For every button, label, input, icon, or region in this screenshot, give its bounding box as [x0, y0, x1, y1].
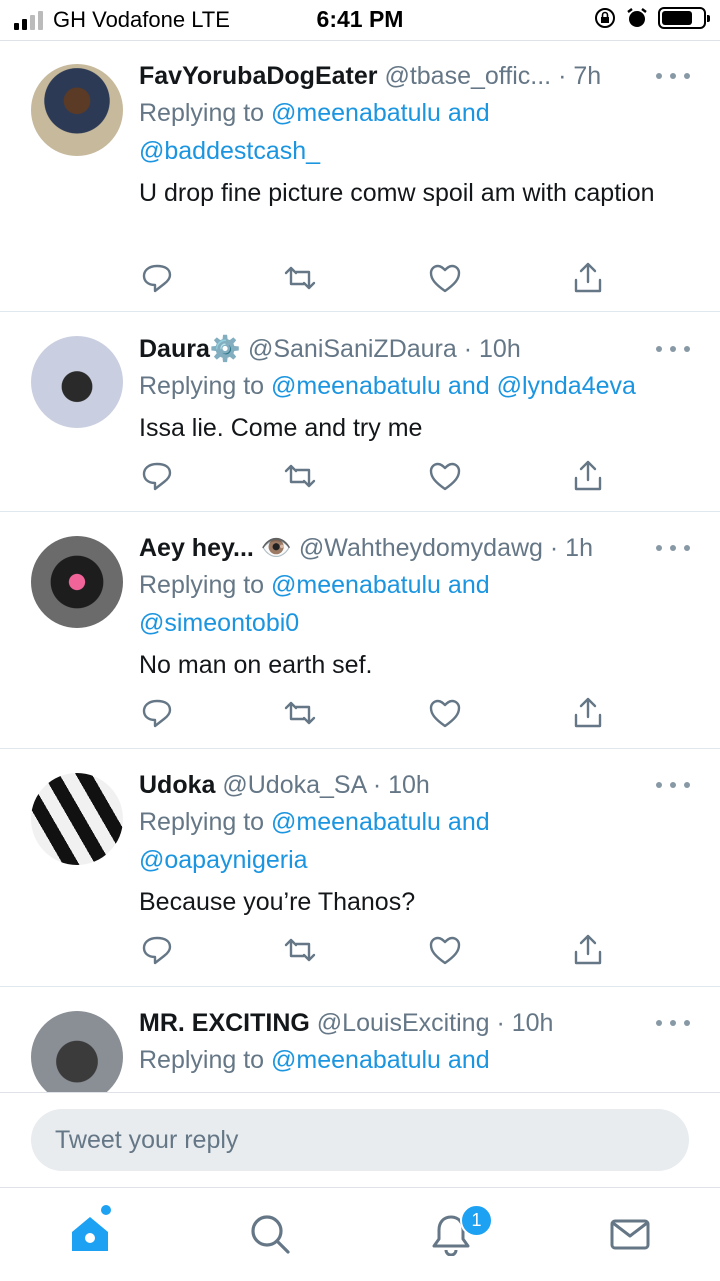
more-options-icon[interactable]: [656, 331, 690, 367]
mention-link[interactable]: @meenabatulu and @lynda4eva: [271, 372, 636, 400]
reply-icon[interactable]: [139, 260, 175, 296]
replying-to: Replying to @meenabatulu and @lynda4eva: [139, 372, 636, 400]
mention-link[interactable]: @meenabatulu and: [271, 808, 490, 836]
reply-feed[interactable]: FavYorubaDogEater @tbase_offic... · 7h R…: [0, 41, 720, 1092]
eye-emoji-icon: 👁️: [260, 534, 292, 562]
share-icon[interactable]: [570, 932, 606, 968]
tab-bar: [0, 1187, 720, 1281]
share-icon[interactable]: [570, 260, 606, 296]
user-handle: @Wahtheydomydawg: [298, 534, 543, 562]
retweet-icon[interactable]: [282, 932, 318, 968]
avatar[interactable]: [31, 1011, 123, 1092]
user-handle: @Udoka_SA: [222, 771, 366, 799]
reply-composer: Tweet your reply: [0, 1092, 720, 1187]
tweet-time: · 7h: [558, 62, 602, 90]
gear-emoji-icon: ⚙️: [209, 335, 242, 363]
display-name[interactable]: Daura: [139, 335, 210, 363]
tweet-text: U drop fine picture comw spoil am with c…: [139, 179, 655, 207]
notification-badge: 1: [460, 1204, 493, 1237]
tweet[interactable]: Daura⚙️ @SaniSaniZDaura · 10h Replying t…: [0, 312, 720, 512]
replying-to: Replying to @meenabatulu and @oapayniger…: [139, 808, 490, 874]
tweet-time: · 1h: [549, 534, 593, 562]
reply-icon[interactable]: [139, 458, 175, 494]
new-content-dot: [101, 1205, 111, 1215]
home-icon[interactable]: [68, 1212, 112, 1256]
user-handle: @tbase_offic...: [384, 62, 552, 90]
reply-icon[interactable]: [139, 695, 175, 731]
search-icon[interactable]: [248, 1212, 292, 1256]
display-name[interactable]: MR. EXCITING: [139, 1009, 310, 1037]
replying-to: Replying to @meenabatulu and @baddestcas…: [139, 99, 490, 165]
like-icon[interactable]: [427, 260, 463, 296]
avatar[interactable]: [31, 336, 123, 428]
reply-icon[interactable]: [139, 932, 175, 968]
tweet-actions: [139, 695, 619, 731]
display-name[interactable]: FavYorubaDogEater: [139, 62, 377, 90]
retweet-icon[interactable]: [282, 695, 318, 731]
retweet-icon[interactable]: [282, 458, 318, 494]
mention-link[interactable]: @baddestcash_: [139, 137, 320, 165]
user-handle: @LouisExciting: [316, 1009, 490, 1037]
tweet-text: No man on earth sef.: [139, 651, 373, 679]
alarm-icon: [627, 8, 647, 27]
messages-icon[interactable]: [608, 1212, 652, 1256]
share-icon[interactable]: [570, 695, 606, 731]
mention-link[interactable]: @meenabatulu and: [271, 99, 490, 127]
more-options-icon[interactable]: [656, 58, 690, 94]
tweet-text: Issa lie. Come and try me: [139, 414, 423, 442]
avatar[interactable]: [31, 773, 123, 865]
tweet-time: · 10h: [372, 771, 430, 799]
like-icon[interactable]: [427, 458, 463, 494]
battery-icon: [658, 7, 710, 29]
replying-to: Replying to @meenabatulu and: [139, 1046, 490, 1074]
tweet[interactable]: FavYorubaDogEater @tbase_offic... · 7h R…: [0, 41, 720, 312]
tweet-actions: [139, 932, 619, 968]
retweet-icon[interactable]: [282, 260, 318, 296]
mention-link[interactable]: @simeontobi0: [139, 609, 299, 637]
tweet-actions: [139, 260, 619, 296]
mention-link[interactable]: @oapaynigeria: [139, 846, 308, 874]
tweet-text: Because you’re Thanos?: [139, 888, 416, 916]
mention-link[interactable]: @meenabatulu and: [271, 571, 490, 599]
tweet-reply-input[interactable]: Tweet your reply: [31, 1109, 689, 1171]
status-bar: GH Vodafone LTE 6:41 PM: [0, 0, 720, 40]
tweet[interactable]: Aey hey... 👁️ @Wahtheydomydawg · 1h Repl…: [0, 512, 720, 749]
more-options-icon[interactable]: [656, 1005, 690, 1041]
tweet-time: · 10h: [463, 335, 521, 363]
more-options-icon[interactable]: [656, 767, 690, 803]
tweet-actions: [139, 458, 619, 494]
display-name[interactable]: Udoka: [139, 771, 215, 799]
avatar[interactable]: [31, 64, 123, 156]
display-name[interactable]: Aey hey...: [139, 534, 254, 562]
share-icon[interactable]: [570, 458, 606, 494]
more-options-icon[interactable]: [656, 530, 690, 566]
mention-link[interactable]: @meenabatulu and: [271, 1046, 490, 1074]
replying-to: Replying to @meenabatulu and @simeontobi…: [139, 571, 490, 637]
avatar[interactable]: [31, 536, 123, 628]
tweet[interactable]: MR. EXCITING @LouisExciting · 10h Replyi…: [0, 987, 720, 1092]
tweet[interactable]: Udoka @Udoka_SA · 10h Replying to @meena…: [0, 749, 720, 987]
tweet-time: · 10h: [496, 1009, 554, 1037]
orientation-lock-icon: [595, 8, 615, 28]
user-handle: @SaniSaniZDaura: [247, 335, 457, 363]
like-icon[interactable]: [427, 695, 463, 731]
like-icon[interactable]: [427, 932, 463, 968]
